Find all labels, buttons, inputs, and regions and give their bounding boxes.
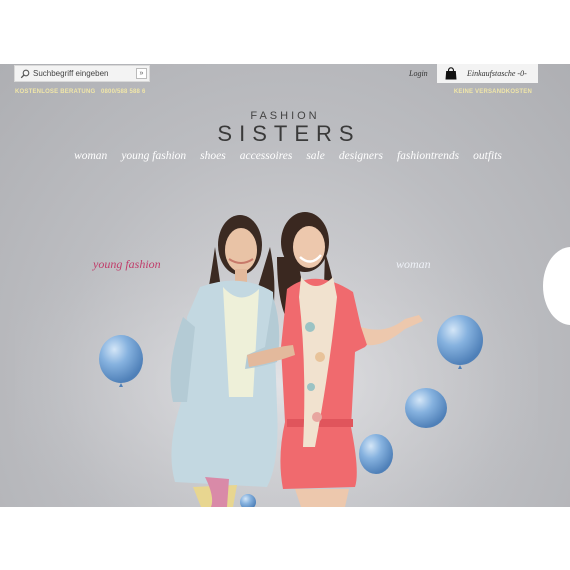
search-icon: [18, 67, 32, 81]
login-link[interactable]: Login: [409, 69, 428, 78]
consultation-label: KOSTENLOSE BERATUNG: [15, 89, 96, 95]
hero-label-young-fashion[interactable]: young fashion: [93, 257, 161, 272]
nav-outfits[interactable]: outfits: [473, 150, 502, 162]
nav-woman[interactable]: woman: [74, 150, 107, 162]
search-input[interactable]: [32, 69, 133, 78]
nav-designers[interactable]: designers: [339, 150, 383, 162]
balloon-right-bottom: [359, 434, 393, 474]
nav-accessoires[interactable]: accessoires: [240, 150, 293, 162]
free-shipping-info: KEINE VERSANDKOSTEN: [453, 89, 532, 95]
main-navigation: woman young fashion shoes accessoires sa…: [0, 150, 570, 162]
hero-image: [15, 197, 538, 507]
search-box[interactable]: »: [14, 65, 150, 82]
next-slide-tab[interactable]: [543, 247, 570, 325]
site-canvas: » Login Einkaufstasche -0- KOSTENLOSE BE…: [0, 64, 570, 507]
balloon-right-middle: [405, 388, 447, 428]
free-consultation-info: KOSTENLOSE BERATUNG 0800/588 588 6: [15, 89, 145, 95]
phone-number: 0800/588 588 6: [100, 89, 146, 95]
shopping-bag-label: Einkaufstasche -0-: [467, 69, 527, 78]
search-submit-button[interactable]: »: [136, 68, 147, 79]
shopping-bag-button[interactable]: Einkaufstasche -0-: [437, 64, 538, 83]
nav-sale[interactable]: sale: [306, 150, 325, 162]
nav-young-fashion[interactable]: young fashion: [121, 150, 186, 162]
nav-shoes[interactable]: shoes: [200, 150, 226, 162]
logo-sisters[interactable]: SISTERS: [0, 121, 570, 147]
nav-fashiontrends[interactable]: fashiontrends: [397, 150, 459, 162]
hero-label-woman[interactable]: woman: [396, 257, 431, 272]
top-bar: » Login Einkaufstasche -0-: [0, 64, 570, 86]
hero-banner[interactable]: young fashion woman: [15, 197, 538, 507]
shopping-bag-icon: [445, 67, 457, 80]
